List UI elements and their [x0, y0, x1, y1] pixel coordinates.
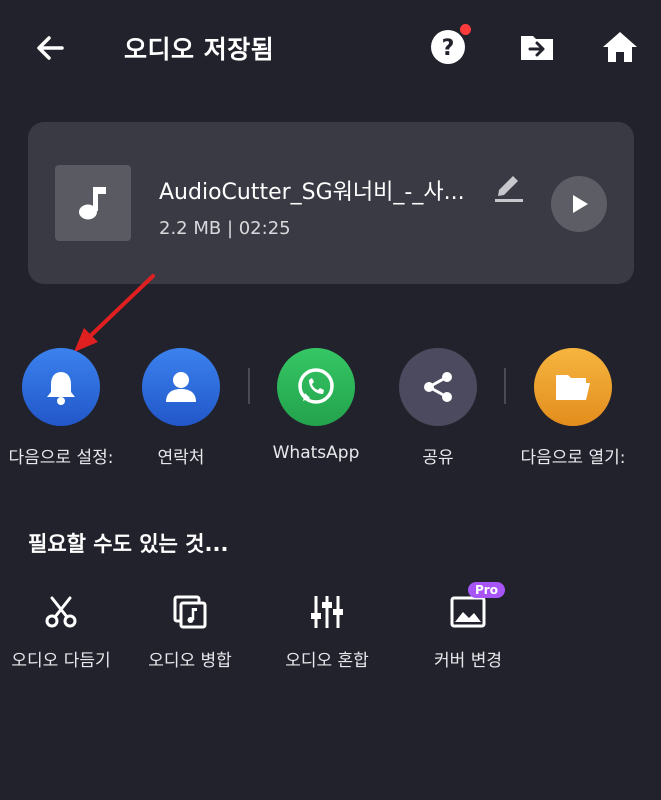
whatsapp-label: WhatsApp	[272, 443, 360, 463]
share-label: 공유	[422, 448, 454, 468]
action-divider	[504, 368, 506, 404]
trim-audio-tool[interactable]: 오디오 다듬기	[0, 588, 126, 671]
merge-audio-tool[interactable]: 오디오 병합	[125, 588, 255, 671]
whatsapp-action[interactable]: WhatsApp	[251, 348, 381, 463]
pro-badge: Pro	[468, 582, 505, 598]
merge-audio-label: 오디오 병합	[148, 651, 232, 671]
play-button[interactable]	[551, 176, 607, 232]
contacts-button[interactable]	[142, 348, 220, 426]
open-with-label: 다음으로 열기:	[520, 448, 626, 468]
folder-export-icon	[521, 36, 553, 60]
person-icon	[166, 372, 196, 402]
svg-text:?: ?	[442, 36, 455, 61]
file-meta: 2.2 MB | 02:25	[159, 218, 291, 239]
contacts-label: 연락처	[157, 448, 205, 468]
share-actions: 다음으로 설정: 연락처 WhatsApp 공유 다음으로 열기:	[0, 348, 661, 478]
mixer-icon	[311, 596, 343, 628]
folder-open-icon	[556, 375, 590, 400]
page-title: 오디오 저장됨	[124, 35, 275, 64]
rename-button[interactable]	[492, 170, 526, 204]
change-cover-tool[interactable]: Pro 커버 변경	[403, 582, 533, 671]
open-with-button[interactable]	[534, 348, 612, 426]
file-thumbnail	[55, 165, 131, 241]
action-divider	[248, 368, 250, 404]
suggestions-title: 필요할 수도 있는 것...	[28, 532, 229, 556]
help-icon: ?	[431, 30, 465, 64]
trim-audio-label: 오디오 다듬기	[11, 651, 111, 671]
whatsapp-button[interactable]	[277, 348, 355, 426]
file-card: AudioCutter_SG워너비_-_사... 2.2 MB | 02:25	[28, 122, 634, 284]
home-button[interactable]	[601, 28, 639, 66]
set-as-action[interactable]: 다음으로 설정:	[0, 348, 126, 468]
file-name: AudioCutter_SG워너비_-_사...	[159, 180, 465, 205]
image-icon	[450, 596, 486, 628]
play-icon	[573, 195, 588, 213]
share-icon	[424, 372, 452, 402]
open-with-action[interactable]: 다음으로 열기:	[508, 348, 638, 468]
edit-icon	[495, 176, 523, 202]
top-bar: 오디오 저장됨 ?	[0, 0, 661, 96]
whatsapp-icon	[298, 368, 334, 404]
back-button[interactable]	[30, 28, 70, 68]
help-button[interactable]: ?	[430, 29, 466, 65]
open-folder-button[interactable]	[519, 29, 555, 65]
merge-icon	[173, 595, 207, 629]
change-cover-label: 커버 변경	[434, 651, 502, 671]
mix-audio-tool[interactable]: 오디오 혼합	[262, 588, 392, 671]
share-action[interactable]: 공유	[373, 348, 503, 468]
contacts-action[interactable]: 연락처	[116, 348, 246, 468]
arrow-left-icon	[37, 36, 64, 60]
set-as-label: 다음으로 설정:	[8, 448, 114, 468]
music-note-icon	[79, 187, 106, 220]
share-button[interactable]	[399, 348, 477, 426]
bell-icon	[47, 372, 75, 405]
tools-row: 오디오 다듬기 오디오 병합 오디오 혼합 Pro 커버 변경	[0, 582, 661, 678]
mix-audio-label: 오디오 혼합	[285, 651, 369, 671]
annotation-arrow	[74, 274, 155, 352]
scissors-icon	[45, 596, 77, 628]
notification-dot	[460, 24, 471, 35]
set-as-button[interactable]	[22, 348, 100, 426]
home-icon	[603, 32, 637, 62]
